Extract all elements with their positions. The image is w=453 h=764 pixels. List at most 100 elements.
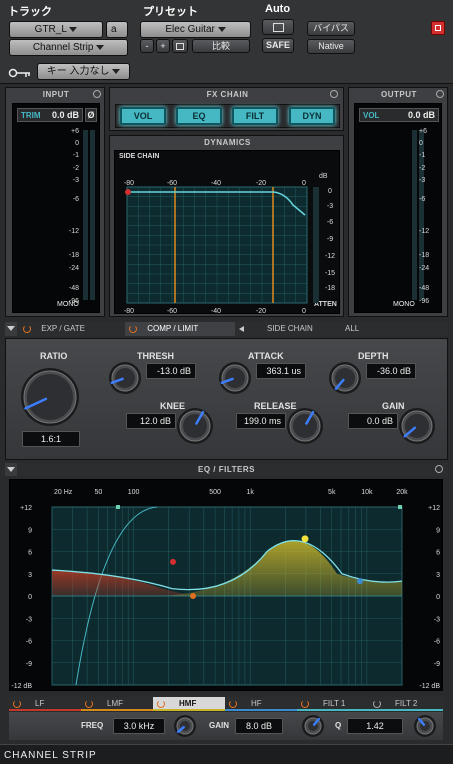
eq-menu-icon[interactable]: [435, 465, 443, 473]
dyn-top-tick: -20: [256, 180, 266, 187]
depth-knob[interactable]: [328, 361, 362, 400]
dyn-right-tick: -18: [325, 285, 335, 292]
track-selector[interactable]: GTR_L: [9, 21, 103, 38]
fx-eq-button[interactable]: EQ: [176, 107, 222, 125]
release-value[interactable]: 199.0 ms: [236, 413, 286, 429]
dyn-right-tick: -12: [325, 253, 335, 260]
phase-invert-button[interactable]: Ø: [85, 108, 97, 122]
eq-db-tick-left: -12 dB: [11, 683, 32, 690]
native-button[interactable]: Native: [307, 39, 355, 54]
knee-knob[interactable]: [176, 407, 214, 450]
dyn-right-tick: -6: [327, 219, 333, 226]
dyn-top-tick: 0: [302, 180, 306, 187]
preset-plus-button[interactable]: +: [156, 39, 170, 53]
preset-copy-button[interactable]: [172, 39, 188, 53]
dynamics-collapse-button[interactable]: [5, 322, 17, 336]
eq-db-tick-left: -9: [26, 661, 32, 668]
input-menu-icon[interactable]: [93, 90, 101, 98]
ratio-value[interactable]: 1.6:1: [22, 431, 80, 447]
tab-side-chain-label: SIDE CHAIN: [267, 324, 313, 333]
fx-vol-button[interactable]: VOL: [120, 107, 166, 125]
eq-graph[interactable]: 20 Hz 50 100 500 1k 5k 10k 20k +12 9 6 3 0 -3 -6 -9 -12 …: [10, 480, 444, 692]
power-icon: [373, 699, 381, 708]
eq-db-tick-right: 3: [436, 572, 440, 579]
meter-tick: -48: [419, 285, 430, 292]
output-meter-box: VOL 0.0 dB +6 0 -1 -2 -3 -6 -12 -18 -24 -48 -96 MO…: [354, 103, 442, 313]
meter-tick: -24: [68, 265, 79, 272]
bypass-button[interactable]: バイパス: [307, 21, 355, 36]
trim-field[interactable]: TRIM 0.0 dB: [17, 108, 83, 122]
preset-selector[interactable]: Elec Guitar: [140, 21, 251, 38]
eq-freq-tick: 50: [95, 489, 103, 496]
fx-filt-button[interactable]: FILT: [232, 107, 278, 125]
close-icon: [435, 25, 441, 31]
key-input-selector[interactable]: キー 入力なし: [37, 63, 130, 80]
eq-title: EQ / FILTERS: [198, 465, 255, 474]
eq-graph-box: 20 Hz 50 100 500 1k 5k 10k 20k +12 9 6 3 0 -3 -6 -9 -12 …: [9, 479, 443, 691]
dynamics-title: DYNAMICS: [204, 138, 251, 147]
output-panel: OUTPUT VOL 0.0 dB +6 0 -1 -2 -3 -6 -12 -18 -24 -4…: [348, 87, 448, 317]
eq-gain-label: GAIN: [209, 721, 229, 730]
eq-band-tabs: LF LMF HMF HF FILT 1 FILT 2: [9, 697, 443, 711]
tab-filt1[interactable]: FILT 1: [297, 697, 369, 711]
tab-lmf[interactable]: LMF: [81, 697, 153, 711]
freq-value[interactable]: 3.0 kHz: [113, 718, 165, 734]
eq-db-tick-right: -12 dB: [419, 683, 440, 690]
automation-button[interactable]: [262, 19, 294, 35]
tab-all[interactable]: ALL: [345, 322, 385, 336]
dynamics-graph-box: SIDE CHAIN dB ATTEN -80 -60 -40 -20 0 -80 -60-…: [114, 150, 341, 315]
q-value[interactable]: 1.42: [347, 718, 403, 734]
vol-field[interactable]: VOL 0.0 dB: [359, 108, 439, 122]
eq-db-tick-right: +12: [428, 505, 440, 512]
release-knob[interactable]: [286, 407, 324, 450]
eq-db-tick-right: -9: [434, 661, 440, 668]
close-button[interactable]: [431, 21, 445, 35]
safe-button[interactable]: SAFE: [262, 38, 294, 53]
ratio-knob[interactable]: [20, 367, 80, 432]
gain-knob[interactable]: [398, 407, 436, 450]
fx-chain-menu-icon[interactable]: [330, 90, 338, 98]
tab-hf[interactable]: HF: [225, 697, 297, 711]
tab-filt2[interactable]: FILT 2: [369, 697, 443, 711]
freq-knob[interactable]: [173, 714, 197, 743]
thresh-knob[interactable]: [108, 361, 142, 400]
eq-gain-knob[interactable]: [301, 714, 325, 743]
q-knob[interactable]: [413, 714, 437, 743]
compare-button[interactable]: 比較: [192, 39, 250, 53]
meter-tick: -6: [419, 196, 426, 203]
q-label: Q: [335, 721, 342, 730]
dynamics-graph[interactable]: -80 -60 -40 -20 0 -80 -60 -40 -20 0 0 -3 -6 -9 -12 -15 -…: [115, 151, 341, 315]
lf-band-handle: [170, 558, 176, 565]
knee-value[interactable]: 12.0 dB: [126, 413, 176, 429]
eq-freq-tick: 100: [128, 489, 140, 496]
tab-comp-limit[interactable]: COMP / LIMIT: [125, 322, 235, 336]
dyn-right-tick: -3: [327, 203, 333, 210]
key-icon: [8, 65, 32, 78]
dynamics-panel: DYNAMICS SIDE CHAIN dB ATTEN -80 -60 -40 -2…: [109, 135, 344, 317]
eq-db-tick-right: 9: [436, 527, 440, 534]
eq-db-tick-right: -3: [434, 616, 440, 623]
gain-value[interactable]: 0.0 dB: [348, 413, 398, 429]
fx-chain-title: FX CHAIN: [206, 90, 249, 99]
attack-value[interactable]: 363.1 us: [256, 363, 306, 379]
thresh-value[interactable]: -13.0 dB: [146, 363, 196, 379]
power-icon: [13, 699, 21, 708]
track-suffix-selector[interactable]: a: [106, 21, 128, 38]
tab-lf[interactable]: LF: [9, 697, 81, 711]
output-menu-icon[interactable]: [436, 90, 444, 98]
plugin-selector[interactable]: Channel Strip: [9, 39, 128, 56]
power-icon: [157, 699, 165, 708]
fx-dyn-button[interactable]: DYN: [289, 107, 335, 125]
tab-lmf-label: LMF: [107, 699, 123, 708]
eq-gain-value[interactable]: 8.0 dB: [235, 718, 283, 734]
attack-knob[interactable]: [218, 361, 252, 400]
tab-hmf[interactable]: HMF: [153, 697, 225, 711]
tab-exp-gate[interactable]: EXP / GATE: [19, 322, 125, 336]
preset-minus-button[interactable]: -: [140, 39, 154, 53]
meter-tick: -6: [72, 196, 79, 203]
depth-value[interactable]: -36.0 dB: [366, 363, 416, 379]
track-label: トラック: [8, 6, 52, 18]
tab-side-chain[interactable]: SIDE CHAIN: [235, 322, 341, 336]
meter-tick: -48: [68, 285, 79, 292]
input-level-dot: [125, 189, 131, 195]
